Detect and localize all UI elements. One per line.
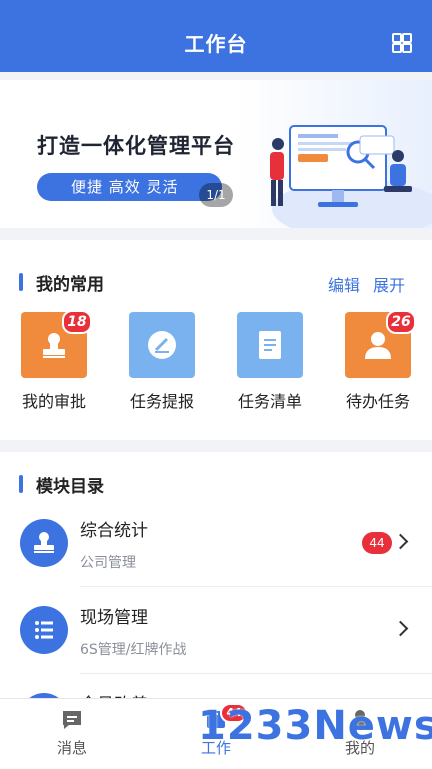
quick-label: 任务清单 (237, 392, 302, 411)
favorites-title: 我的常用 (36, 275, 104, 295)
user-icon (365, 332, 391, 359)
chat-icon (63, 711, 81, 729)
page-title: 工作台 (184, 32, 248, 56)
top-app-bar: 工作台 (0, 0, 432, 72)
quick-label: 我的审批 (21, 392, 86, 411)
stamp-icon (43, 333, 65, 358)
office-illustration-icon (270, 125, 432, 228)
module-title: 现场管理 (80, 608, 148, 628)
modules-title: 模块目录 (36, 477, 104, 497)
grid-menu-icon[interactable] (392, 33, 412, 53)
module-subtitle: 6S管理/红牌作战 (80, 642, 187, 658)
document-icon (259, 331, 281, 359)
banner-pager: 1/1 (199, 183, 233, 207)
watermark-text: 1233News (198, 703, 432, 749)
list-icon (20, 606, 68, 654)
expand-link[interactable]: 展开 (373, 272, 405, 296)
tab-messages[interactable]: 消息 (32, 699, 112, 769)
chevron-right-icon (392, 620, 409, 637)
quick-label: 待办任务 (345, 392, 410, 411)
module-row-improvement[interactable]: 全员改善 (0, 674, 432, 698)
section-accent (19, 475, 23, 493)
banner-slogan: 便捷 高效 灵活 (37, 173, 222, 201)
chevron-right-icon (392, 533, 409, 550)
module-count-badge: 44 (362, 532, 392, 554)
tab-label: 消息 (56, 739, 87, 757)
approval-badge: 18 (62, 310, 92, 334)
edit-link[interactable]: 编辑 (328, 272, 360, 296)
banner-headline: 打造一体化管理平台 (37, 134, 235, 158)
module-title: 全员改善 (80, 690, 148, 698)
quick-task-list[interactable] (237, 312, 303, 378)
quick-task-report[interactable] (129, 312, 195, 378)
module-subtitle: 公司管理 (80, 555, 136, 571)
module-row-statistics[interactable]: 综合统计 公司管理 44 (0, 500, 432, 586)
module-row-site[interactable]: 现场管理 6S管理/红牌作战 (0, 587, 432, 673)
stamp-icon (20, 519, 68, 567)
module-title: 综合统计 (80, 521, 148, 541)
todo-badge: 26 (386, 310, 416, 334)
quick-label: 任务提报 (129, 392, 194, 411)
section-accent (19, 273, 23, 291)
pen-icon (148, 331, 176, 359)
